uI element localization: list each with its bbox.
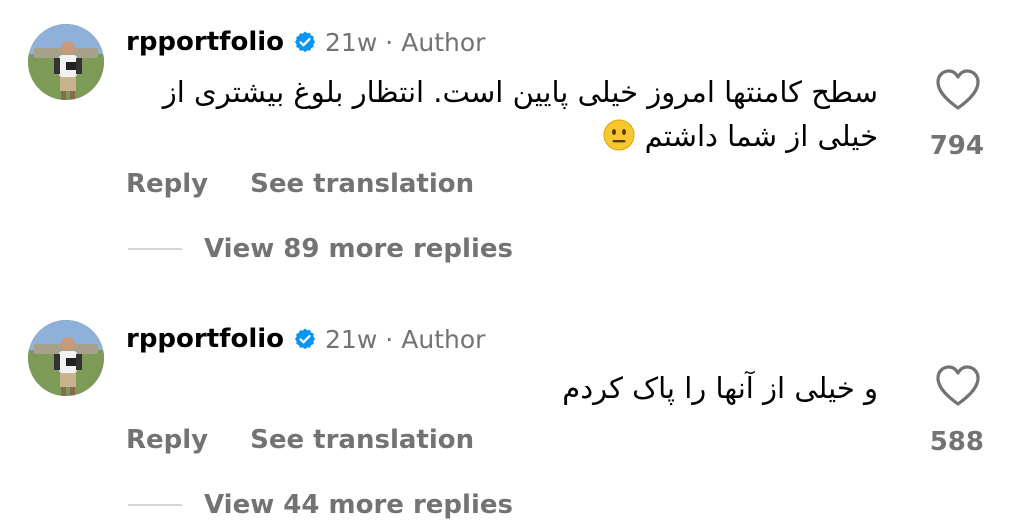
author-label: Author xyxy=(401,324,486,354)
comment-time: 21w xyxy=(325,324,378,354)
avatar[interactable] xyxy=(28,320,104,396)
comment-actions: Reply See translation xyxy=(126,425,474,455)
heart-icon xyxy=(936,69,980,110)
like-button[interactable] xyxy=(932,362,984,410)
see-translation-button[interactable]: See translation xyxy=(250,425,474,455)
comment-header: rpportfolio 21w · Author xyxy=(126,24,485,60)
comment-1: rpportfolio 21w · Author سطح کامنتها امر… xyxy=(0,0,1024,290)
view-replies-label: View 89 more replies xyxy=(204,234,513,264)
comment-text-content: سطح کامنتها امروز خیلی پایین است. انتظار… xyxy=(162,75,878,153)
verified-badge-icon xyxy=(293,327,317,351)
comment-meta: 21w · Author xyxy=(325,325,485,354)
meta-separator: · xyxy=(385,27,394,57)
replies-divider xyxy=(128,504,182,506)
like-count: 588 xyxy=(929,427,984,457)
author-label: Author xyxy=(401,27,486,57)
neutral-face-emoji xyxy=(603,119,635,151)
reply-button[interactable]: Reply xyxy=(126,425,208,455)
comment-meta: 21w · Author xyxy=(325,28,485,57)
username[interactable]: rpportfolio xyxy=(126,27,284,57)
avatar-photo xyxy=(28,24,104,100)
replies-divider xyxy=(128,248,182,250)
reply-button[interactable]: Reply xyxy=(126,169,208,199)
comment-actions: Reply See translation xyxy=(126,169,474,199)
verified-badge-icon xyxy=(293,30,317,54)
meta-separator: · xyxy=(385,324,394,354)
comment-text-content: و خیلی از آنها را پاک کردم xyxy=(562,371,878,405)
like-button[interactable] xyxy=(932,66,984,114)
comment-header: rpportfolio 21w · Author xyxy=(126,321,485,357)
comment-time: 21w xyxy=(325,27,378,57)
see-translation-button[interactable]: See translation xyxy=(250,169,474,199)
comment-text: سطح کامنتها امروز خیلی پایین است. انتظار… xyxy=(118,70,878,158)
view-replies-button[interactable]: View 89 more replies xyxy=(128,234,513,264)
comment-text: و خیلی از آنها را پاک کردم xyxy=(118,366,878,410)
avatar[interactable] xyxy=(28,24,104,100)
comment-2: rpportfolio 21w · Author و خیلی از آنها … xyxy=(0,296,1024,520)
username[interactable]: rpportfolio xyxy=(126,324,284,354)
heart-icon xyxy=(936,365,980,406)
avatar-photo xyxy=(28,320,104,396)
like-count: 794 xyxy=(929,131,984,161)
